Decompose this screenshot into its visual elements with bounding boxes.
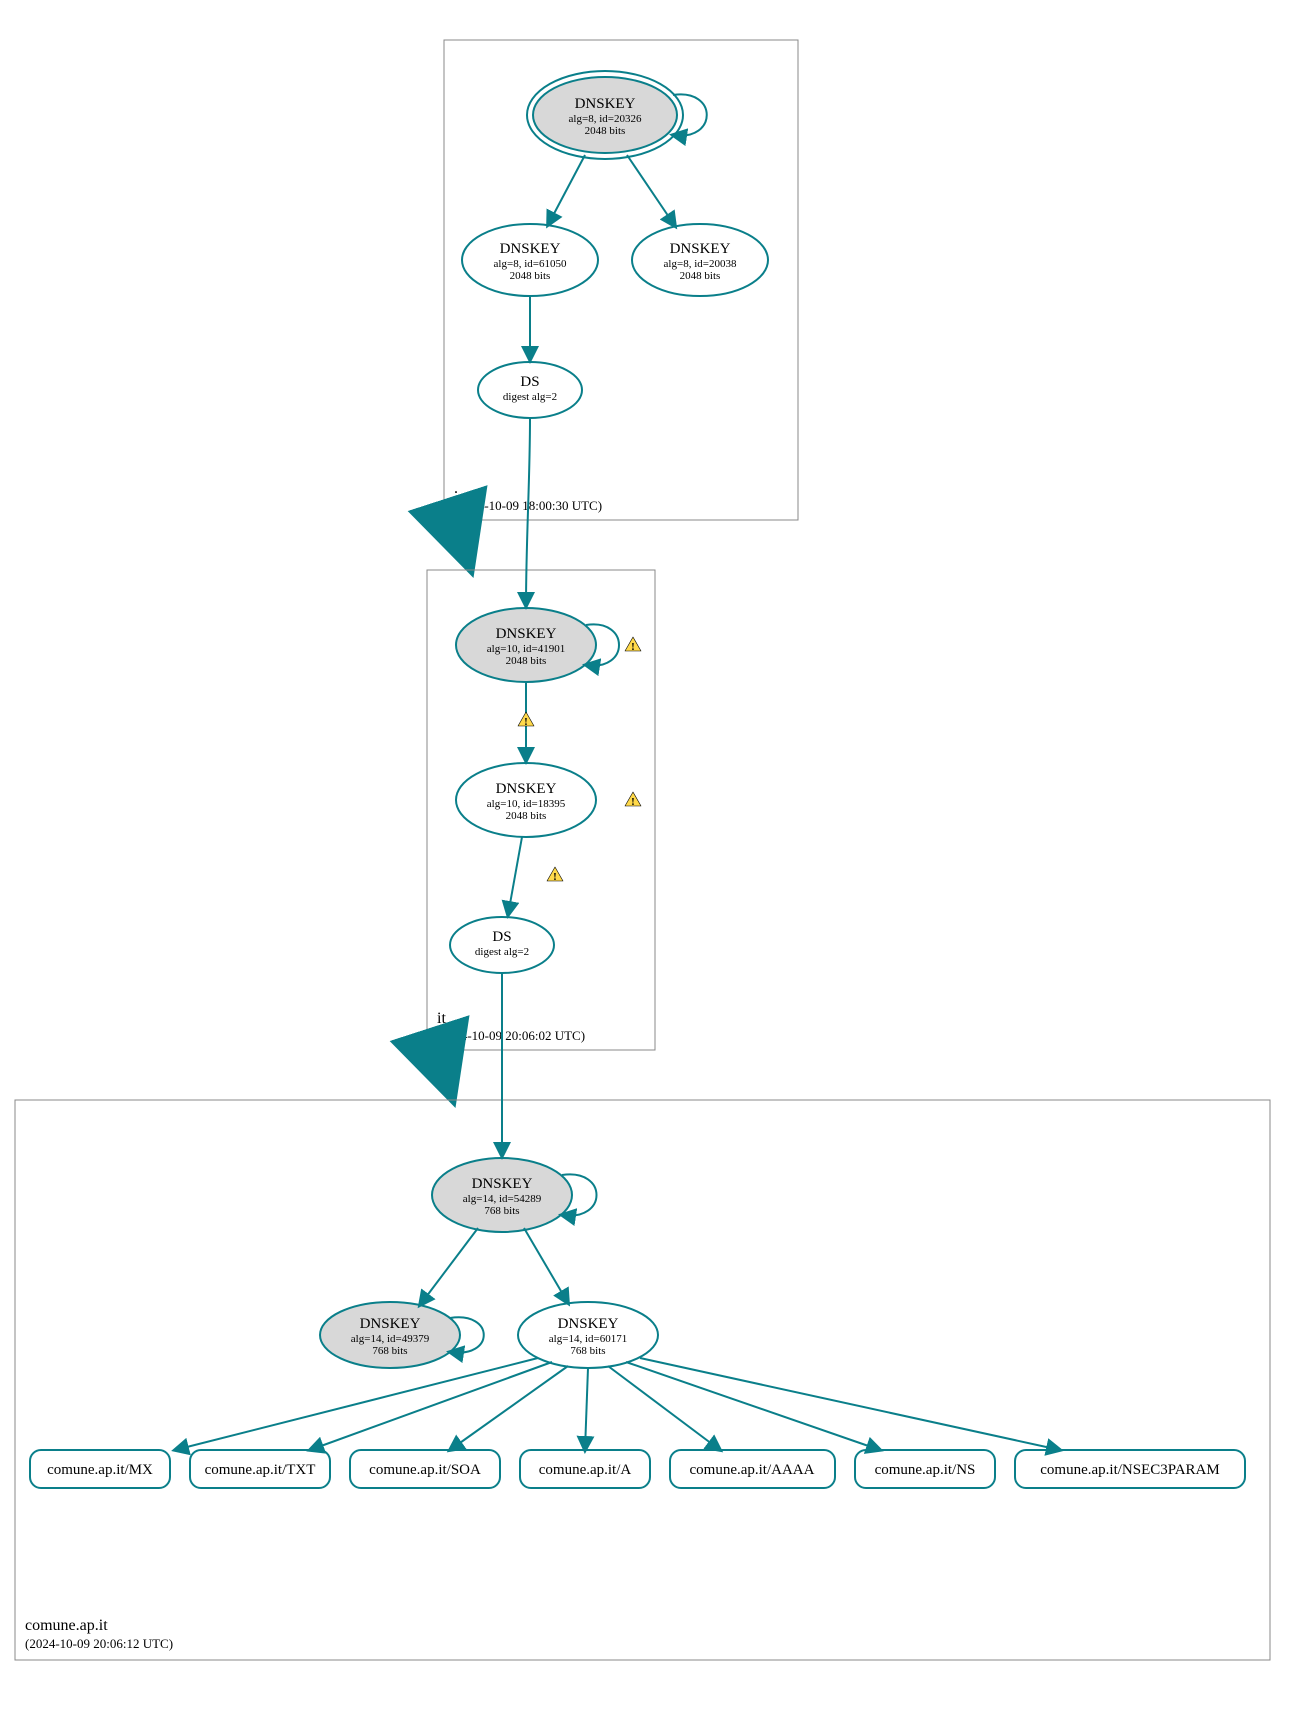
svg-text:alg=10, id=41901: alg=10, id=41901 [487,643,565,655]
rrset-aaaa: comune.ap.it/AAAA [670,1450,835,1488]
svg-text:alg=10, id=18395: alg=10, id=18395 [487,798,566,810]
zone-comune-label: comune.ap.it [25,1617,108,1634]
svg-text:DS: DS [492,929,511,945]
svg-text:digest alg=2: digest alg=2 [475,946,529,958]
warning-icon [625,637,641,653]
svg-text:DNSKEY: DNSKEY [496,781,557,797]
node-comune-zsk: DNSKEY alg=14, id=60171 768 bits [518,1302,658,1368]
rrset-nsec: comune.ap.it/NSEC3PARAM [1015,1450,1245,1488]
rrset-ns: comune.ap.it/NS [855,1450,995,1488]
svg-text:comune.ap.it/SOA: comune.ap.it/SOA [369,1462,481,1478]
svg-text:768 bits: 768 bits [372,1345,407,1357]
svg-text:alg=8, id=61050: alg=8, id=61050 [494,258,567,270]
svg-text:DNSKEY: DNSKEY [558,1316,619,1332]
svg-text:2048 bits: 2048 bits [510,270,551,282]
svg-text:DNSKEY: DNSKEY [472,1176,533,1192]
svg-text:DNSKEY: DNSKEY [575,96,636,112]
node-root-zsk2: DNSKEY alg=8, id=20038 2048 bits [632,224,768,296]
svg-text:alg=14, id=60171: alg=14, id=60171 [549,1333,627,1345]
svg-text:DNSKEY: DNSKEY [670,241,731,257]
zone-it-time: (2024-10-09 20:06:02 UTC) [437,1028,585,1043]
zone-comune-time: (2024-10-09 20:06:12 UTC) [25,1636,173,1651]
svg-text:DNSKEY: DNSKEY [496,626,557,642]
svg-text:768 bits: 768 bits [570,1345,605,1357]
zone-it-label: it [437,1010,446,1027]
warning-icon [547,867,563,883]
svg-text:alg=14, id=49379: alg=14, id=49379 [351,1333,430,1345]
warning-icon [625,792,641,808]
dnssec-graph: ! . (2024-10-09 18:00:30 UTC) DNSKEY alg… [0,0,1300,1721]
svg-text:comune.ap.it/NS: comune.ap.it/NS [875,1462,976,1478]
svg-text:2048 bits: 2048 bits [585,125,626,137]
node-comune-ksk: DNSKEY alg=14, id=54289 768 bits [432,1158,572,1232]
node-it-ds: DS digest alg=2 [450,917,554,973]
svg-text:2048 bits: 2048 bits [506,655,547,667]
svg-text:2048 bits: 2048 bits [680,270,721,282]
svg-text:DNSKEY: DNSKEY [360,1316,421,1332]
svg-text:DS: DS [520,374,539,390]
node-it-ksk: DNSKEY alg=10, id=41901 2048 bits [456,608,596,682]
svg-text:768 bits: 768 bits [484,1205,519,1217]
svg-text:digest alg=2: digest alg=2 [503,391,557,403]
svg-text:comune.ap.it/TXT: comune.ap.it/TXT [205,1462,316,1478]
rrset-mx: comune.ap.it/MX [30,1450,170,1488]
warning-icon [518,712,534,728]
svg-text:DNSKEY: DNSKEY [500,241,561,257]
node-root-ds: DS digest alg=2 [478,362,582,418]
node-root-ksk: DNSKEY alg=8, id=20326 2048 bits [527,71,683,159]
svg-text:comune.ap.it/A: comune.ap.it/A [539,1462,632,1478]
svg-text:alg=14, id=54289: alg=14, id=54289 [463,1193,542,1205]
svg-text:comune.ap.it/AAAA: comune.ap.it/AAAA [690,1462,815,1478]
svg-text:comune.ap.it/MX: comune.ap.it/MX [47,1462,153,1478]
node-it-zsk: DNSKEY alg=10, id=18395 2048 bits [456,763,596,837]
svg-text:comune.ap.it/NSEC3PARAM: comune.ap.it/NSEC3PARAM [1040,1462,1219,1478]
node-root-zsk: DNSKEY alg=8, id=61050 2048 bits [462,224,598,296]
svg-text:2048 bits: 2048 bits [506,810,547,822]
node-comune-zsk-old: DNSKEY alg=14, id=49379 768 bits [320,1302,460,1368]
svg-text:alg=8, id=20038: alg=8, id=20038 [664,258,737,270]
rrset-a: comune.ap.it/A [520,1450,650,1488]
zone-root-label: . [454,480,458,497]
svg-text:alg=8, id=20326: alg=8, id=20326 [569,113,642,125]
rrset-txt: comune.ap.it/TXT [190,1450,330,1488]
rrset-soa: comune.ap.it/SOA [350,1450,500,1488]
